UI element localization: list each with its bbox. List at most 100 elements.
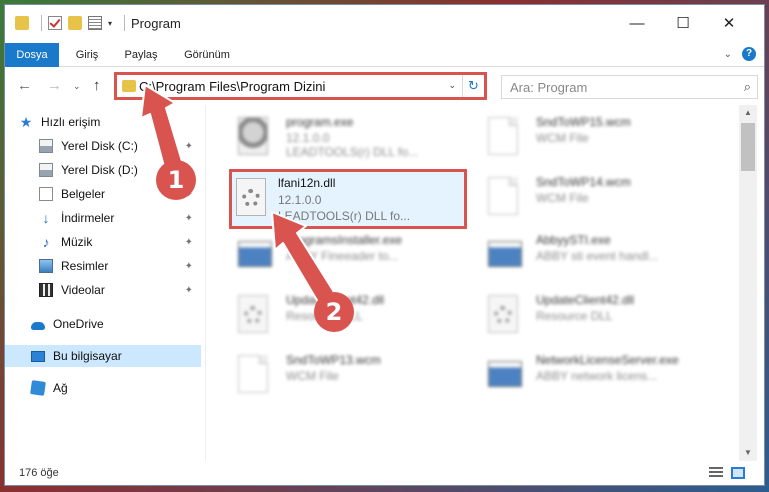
document-icon — [39, 187, 53, 201]
address-dropdown-icon[interactable]: ⌄ — [448, 80, 456, 91]
pin-icon[interactable]: ✦ — [185, 141, 193, 152]
separator — [41, 15, 42, 31]
sidebar-item-label: Ağ — [53, 381, 68, 395]
file-version: 12.1.0.0 — [278, 193, 322, 207]
file-name: UpdateClient42.dll — [536, 293, 635, 307]
sidebar-item-this-pc[interactable]: Bu bilgisayar — [5, 345, 201, 367]
pin-icon[interactable]: ✦ — [185, 213, 193, 224]
status-bar: 176 öğe — [5, 461, 764, 485]
wcm-file-icon — [488, 177, 518, 215]
sidebar-item-downloads[interactable]: ↓ İndirmeler ✦ — [5, 207, 201, 229]
file-tile[interactable]: SndToWP14.wcm WCM File — [466, 171, 706, 223]
sidebar-item-disk-c[interactable]: Yerel Disk (C:) ✦ — [5, 135, 201, 157]
view-properties-icon[interactable] — [88, 16, 102, 30]
file-tile[interactable]: program.exe 12.1.0.0 LEADTOOLS(r) DLL fo… — [216, 111, 456, 163]
wcm-file-icon — [488, 117, 518, 155]
refresh-button[interactable]: ↻ — [462, 75, 484, 97]
sidebar-item-label: Müzik — [61, 235, 93, 249]
file-version: 12.1.0.0 — [286, 131, 330, 145]
tab-share[interactable]: Paylaş — [115, 43, 167, 67]
file-description: ABBY sti event handl... — [536, 249, 659, 263]
back-button[interactable]: ← — [17, 77, 32, 94]
details-view-icon[interactable] — [709, 467, 723, 479]
quick-access-dropdown-icon[interactable]: ▾ — [108, 19, 112, 28]
navigation-pane: ★ Hızlı erişim Yerel Disk (C:) ✦ Yerel D… — [5, 105, 205, 461]
new-folder-icon[interactable] — [68, 16, 82, 30]
file-tile[interactable]: NetworkLicenseServer.exe ABBY network li… — [466, 349, 706, 401]
file-tile[interactable]: ProgramsInstaller.exe ABBY Fineeader to.… — [216, 229, 456, 281]
address-bar[interactable]: C:\Program Files\Program Dizini ⌄ ↻ — [114, 72, 487, 100]
file-description: WCM File — [536, 191, 589, 205]
up-button[interactable]: ↑ — [93, 77, 101, 94]
sidebar-item-network[interactable]: Ağ — [5, 377, 201, 399]
navigation-bar: ← → ⌄ ↑ C:\Program Files\Program Dizini … — [5, 67, 764, 105]
file-name: lfani12n.dll — [278, 176, 336, 190]
title-bar: ▾ Program — ☐ ✕ — [5, 5, 764, 43]
search-box[interactable]: Ara: Program ⌕ — [501, 75, 758, 99]
tab-file[interactable]: Dosya — [5, 43, 59, 67]
explorer-window: ▾ Program — ☐ ✕ Dosya Giriş Paylaş Görün… — [4, 4, 765, 486]
network-icon — [30, 380, 46, 396]
videos-icon — [39, 283, 53, 297]
file-name: NetworkLicenseServer.exe — [536, 353, 679, 367]
file-tile[interactable]: SndToWP15.wcm WCM File — [466, 111, 706, 163]
vertical-scrollbar[interactable]: ▲ ▼ — [739, 105, 757, 461]
help-icon[interactable]: ? — [742, 47, 756, 61]
file-tile[interactable]: AbbyySTI.exe ABBY sti event handl... — [466, 229, 706, 281]
item-count: 176 öğe — [19, 467, 59, 479]
file-description: LEADTOOLS(r) DLL fo... — [286, 145, 419, 159]
sidebar-item-pictures[interactable]: Resimler ✦ — [5, 255, 201, 277]
pin-icon[interactable]: ✦ — [185, 285, 193, 296]
pin-icon[interactable]: ✦ — [185, 261, 193, 272]
pictures-icon — [39, 259, 53, 273]
exe-file-icon — [238, 117, 268, 155]
separator — [124, 15, 126, 31]
file-description: Resource DLL — [536, 309, 613, 323]
file-description: LEADTOOLS(r) DLL fo... — [278, 209, 411, 223]
forward-button[interactable]: → — [47, 77, 62, 94]
file-name: SndToWP15.wcm — [536, 115, 631, 129]
sidebar-item-label: Bu bilgisayar — [53, 349, 122, 363]
sidebar-item-label: Resimler — [61, 259, 109, 273]
sidebar-item-music[interactable]: ♪ Müzik ✦ — [5, 231, 201, 253]
exe-file-icon — [238, 241, 272, 267]
properties-check-icon[interactable] — [48, 16, 62, 30]
dll-file-icon — [238, 295, 268, 333]
large-icons-view-icon[interactable] — [731, 467, 745, 479]
sidebar-item-quick-access[interactable]: ★ Hızlı erişim — [5, 111, 201, 133]
sidebar-item-videos[interactable]: Videolar ✦ — [5, 279, 201, 301]
maximize-button[interactable]: ☐ — [661, 11, 705, 37]
sidebar-item-onedrive[interactable]: OneDrive — [5, 313, 201, 335]
file-description: ABBY network licens... — [536, 369, 658, 383]
pin-icon[interactable]: ✦ — [185, 237, 193, 248]
dll-file-icon — [236, 178, 266, 216]
ribbon-collapse-icon[interactable]: ⌄ — [724, 49, 732, 60]
step-badge-2: 2 — [314, 292, 354, 332]
folder-icon[interactable] — [15, 16, 29, 30]
minimize-button[interactable]: — — [615, 11, 659, 37]
file-tile-lfani12n-dll[interactable]: lfani12n.dll 12.1.0.0 LEADTOOLS(r) DLL f… — [229, 169, 467, 229]
address-path[interactable]: C:\Program Files\Program Dizini — [139, 79, 325, 94]
tab-home[interactable]: Giriş — [59, 43, 115, 67]
step-badge-1: 1 — [156, 160, 196, 200]
dll-file-icon — [488, 295, 518, 333]
file-description: WCM File — [536, 131, 589, 145]
onedrive-icon — [31, 321, 45, 330]
computer-icon — [31, 350, 45, 362]
file-name: AbbyySTI.exe — [536, 233, 611, 247]
recent-locations-icon[interactable]: ⌄ — [73, 81, 81, 92]
disk-icon — [39, 163, 53, 177]
ribbon: Dosya Giriş Paylaş Görünüm ⌄ ? — [5, 43, 764, 67]
file-tile[interactable]: UpdateClient42.dll Resource DLL — [466, 289, 706, 341]
search-placeholder[interactable]: Ara: Program — [510, 80, 587, 95]
scroll-thumb[interactable] — [741, 123, 755, 171]
file-tile[interactable]: SndToWP13.wcm WCM File — [216, 349, 456, 401]
scroll-down-icon[interactable]: ▼ — [739, 445, 757, 461]
close-button[interactable]: ✕ — [707, 11, 751, 37]
download-icon: ↓ — [42, 210, 50, 226]
tab-view[interactable]: Görünüm — [171, 43, 243, 67]
sidebar-item-label: Videolar — [61, 283, 105, 297]
exe-file-icon — [488, 361, 522, 387]
window-title: Program — [131, 15, 181, 31]
scroll-up-icon[interactable]: ▲ — [739, 105, 757, 121]
